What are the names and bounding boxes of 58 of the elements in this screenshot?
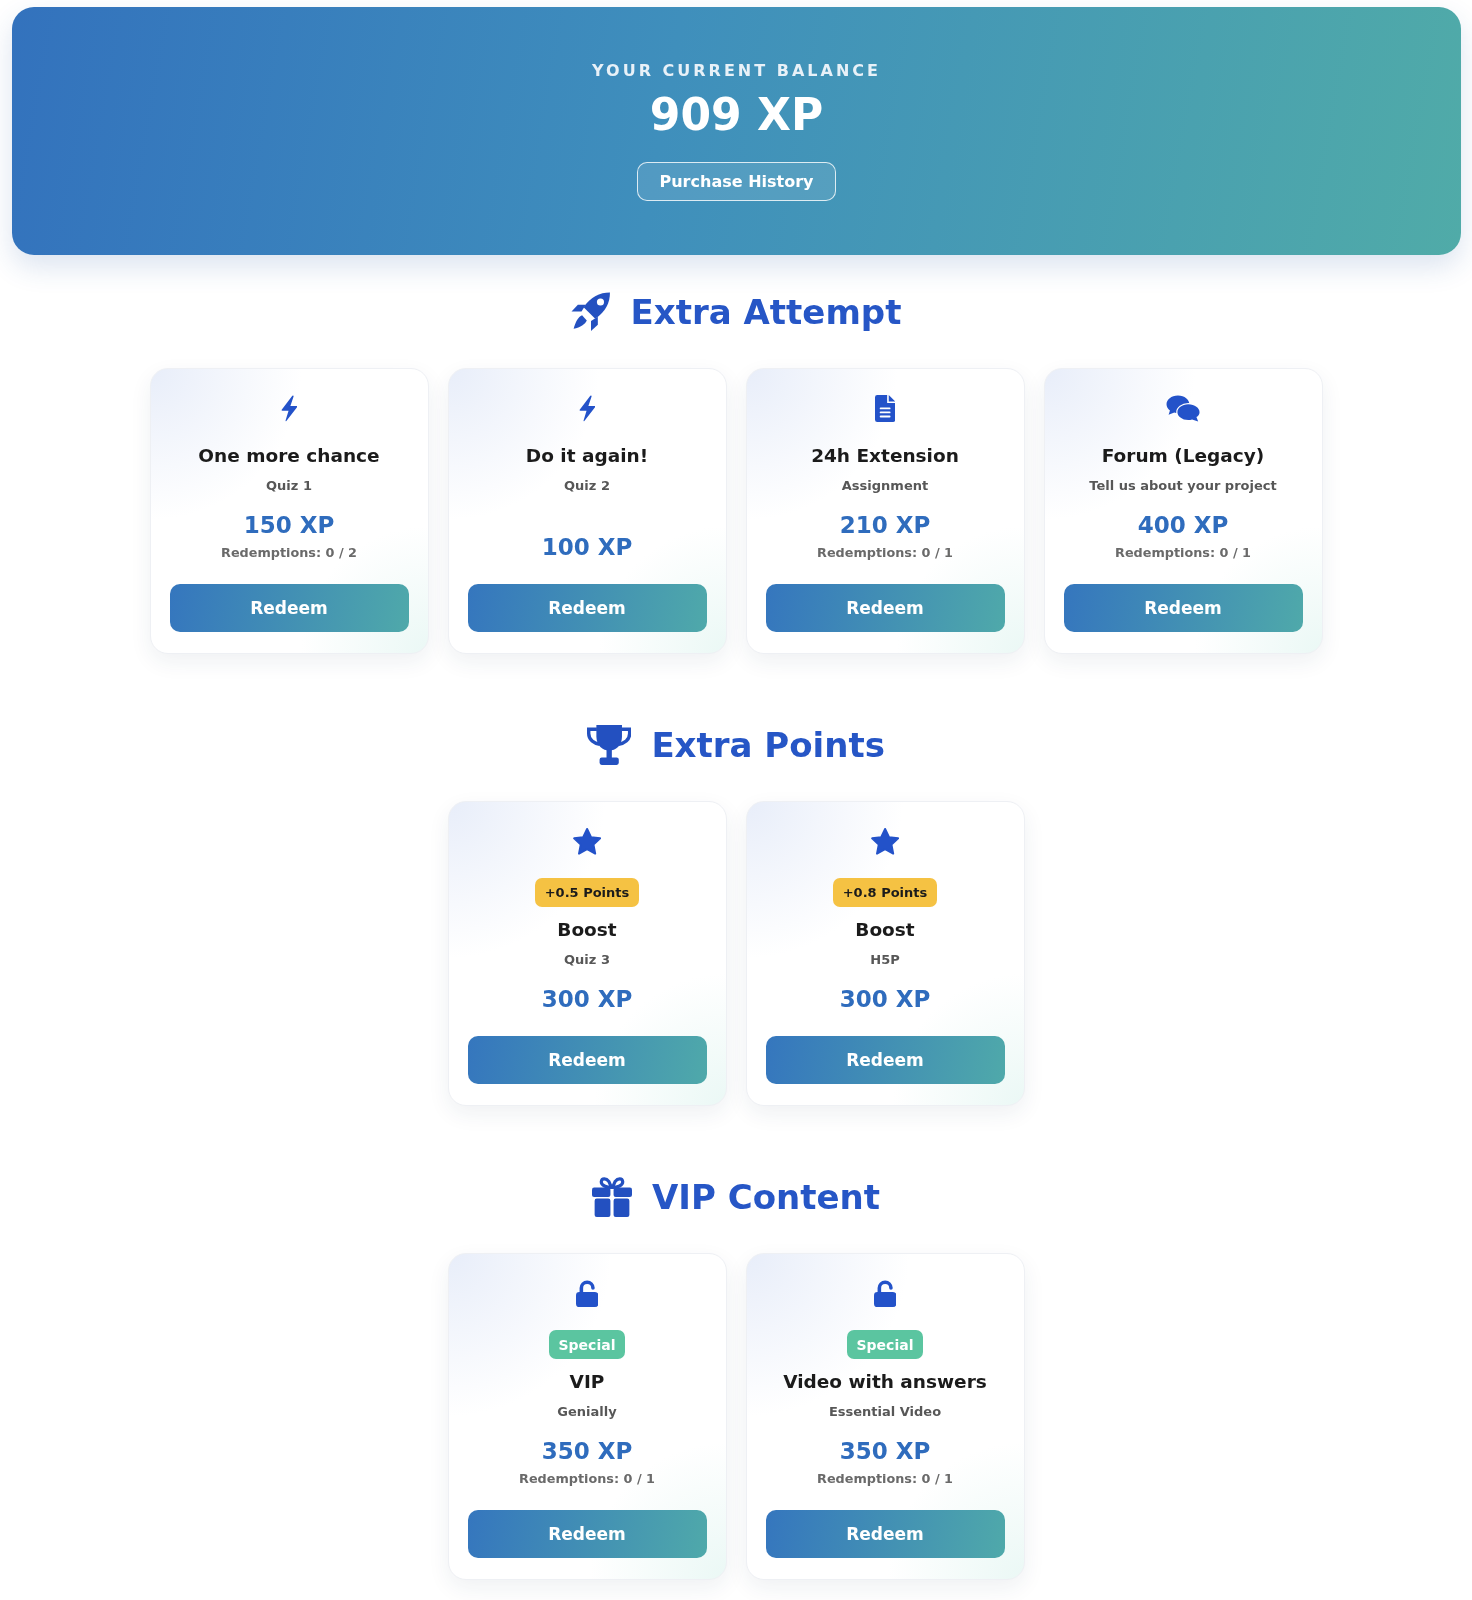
redeem-button[interactable]: Redeem <box>169 584 409 632</box>
chat-bubbles-icon <box>1165 395 1201 422</box>
redemption-count: Redemptions: 0 / 1 <box>817 544 953 562</box>
reward-price: 100 XP <box>541 533 633 562</box>
redemption-count: Redemptions: 0 / 1 <box>1115 544 1251 562</box>
redeem-button[interactable]: Redeem <box>467 584 707 632</box>
reward-price: 350 XP <box>839 1437 931 1466</box>
balance-amount: 909 XP <box>649 90 824 140</box>
reward-target: Genially <box>557 1403 617 1421</box>
open-padlock-icon <box>575 1280 599 1307</box>
reward-price: 400 XP <box>1137 511 1229 540</box>
reward-title: Forum (Legacy) <box>1101 444 1265 468</box>
reward-target: Essential Video <box>828 1403 942 1421</box>
reward-title: Boost <box>557 918 617 942</box>
balance-label: YOUR CURRENT BALANCE <box>592 61 881 81</box>
reward-target: Quiz 3 <box>564 951 610 969</box>
open-padlock-icon <box>873 1280 897 1307</box>
gift-icon <box>592 1177 632 1217</box>
redemption-count: Redemptions: 0 / 2 <box>221 544 357 562</box>
document-icon <box>874 395 896 422</box>
reward-target: Assignment <box>841 477 929 495</box>
reward-price: 210 XP <box>839 511 931 540</box>
redemption-count: Redemptions: 0 / 1 <box>519 1470 655 1488</box>
rocket-icon <box>570 292 611 332</box>
section-title: Extra Attempt <box>630 291 902 334</box>
section-title: VIP Content <box>652 1176 880 1219</box>
lightning-icon <box>280 395 298 422</box>
purchase-history-button[interactable]: Purchase History <box>636 162 837 201</box>
special-badge: Special <box>846 1330 924 1359</box>
points-badge: +0.8 Points <box>832 878 938 907</box>
redeem-button[interactable]: Redeem <box>467 1036 707 1084</box>
reward-price: 300 XP <box>541 985 633 1014</box>
redeem-button[interactable]: Redeem <box>765 584 1005 632</box>
reward-title: Do it again! <box>525 444 649 468</box>
reward-target: Quiz 2 <box>564 477 610 495</box>
reward-price: 300 XP <box>839 985 931 1014</box>
reward-title: Boost <box>855 918 915 942</box>
reward-target: H5P <box>870 951 900 969</box>
redeem-button[interactable]: Redeem <box>467 1510 707 1558</box>
reward-title: VIP <box>569 1370 605 1394</box>
star-icon <box>572 828 602 855</box>
reward-price: 150 XP <box>243 511 335 540</box>
section-title: Extra Points <box>651 724 885 767</box>
points-badge: +0.5 Points <box>534 878 640 907</box>
reward-title: 24h Extension <box>811 444 959 468</box>
redeem-button[interactable]: Redeem <box>1063 584 1303 632</box>
redemption-count: Redemptions: 0 / 1 <box>817 1470 953 1488</box>
reward-title: One more chance <box>198 444 380 468</box>
special-badge: Special <box>548 1330 626 1359</box>
redeem-button[interactable]: Redeem <box>765 1036 1005 1084</box>
lightning-icon <box>578 395 596 422</box>
trophy-icon <box>587 725 632 765</box>
reward-price: 350 XP <box>541 1437 633 1466</box>
reward-title: Video with answers <box>783 1370 987 1394</box>
reward-target: Tell us about your project <box>1089 477 1277 495</box>
star-icon <box>870 828 900 855</box>
redeem-button[interactable]: Redeem <box>765 1510 1005 1558</box>
reward-target: Quiz 1 <box>266 477 312 495</box>
